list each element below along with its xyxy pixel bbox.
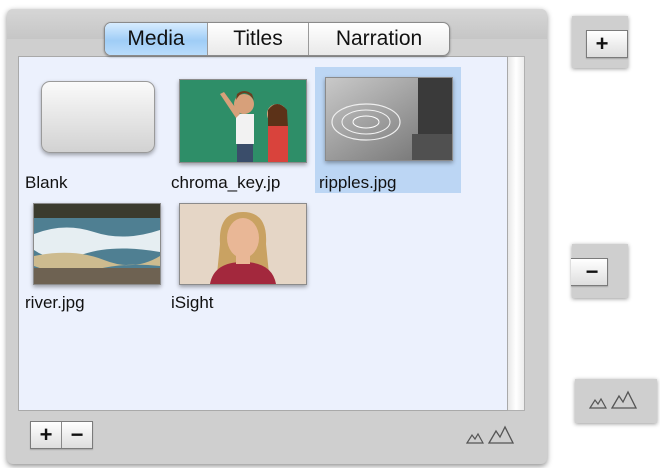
vertical-scrollbar[interactable] bbox=[508, 56, 525, 411]
callout-remove-button[interactable]: − bbox=[577, 259, 607, 285]
small-mountain-icon[interactable] bbox=[589, 396, 607, 410]
media-item-label: chroma_key.jp bbox=[171, 173, 281, 192]
large-mountain-icon[interactable] bbox=[611, 390, 637, 410]
callout-remove: − bbox=[571, 244, 628, 298]
tab-bar: Media Titles Narration bbox=[104, 22, 450, 56]
isight-thumbnail bbox=[179, 203, 307, 285]
ripples-thumbnail bbox=[325, 77, 453, 161]
callout-remove-button-group: − bbox=[571, 258, 608, 286]
media-item-chroma-key[interactable]: chroma_key.jp bbox=[169, 75, 311, 193]
river-thumbnail bbox=[33, 203, 161, 285]
callout-add-button[interactable]: + bbox=[587, 31, 617, 57]
large-mountain-icon[interactable] bbox=[488, 425, 514, 445]
media-item-blank[interactable]: Blank bbox=[23, 75, 163, 193]
remove-button[interactable]: − bbox=[61, 422, 92, 448]
media-item-label: Blank bbox=[25, 173, 68, 192]
tab-titles[interactable]: Titles bbox=[207, 23, 308, 55]
tab-narration[interactable]: Narration bbox=[308, 23, 449, 55]
zoom-controls bbox=[466, 425, 514, 445]
callout-divider bbox=[617, 31, 627, 57]
blank-thumbnail bbox=[41, 81, 155, 153]
add-remove-buttons: + − bbox=[30, 421, 93, 449]
media-item-river[interactable]: river.jpg bbox=[23, 197, 163, 315]
callout-zoom-controls bbox=[589, 390, 637, 410]
callout-add: + bbox=[572, 16, 628, 68]
media-item-label: iSight bbox=[171, 293, 214, 312]
media-grid: Blank chroma_key.jp ripples.jpg river.jp… bbox=[18, 56, 508, 411]
add-button[interactable]: + bbox=[31, 422, 61, 448]
small-mountain-icon[interactable] bbox=[466, 431, 484, 445]
media-item-isight[interactable]: iSight bbox=[169, 197, 311, 315]
media-item-ripples[interactable]: ripples.jpg bbox=[315, 67, 461, 193]
media-item-label: river.jpg bbox=[25, 293, 85, 312]
callout-add-button-group: + bbox=[586, 30, 628, 58]
media-item-label: ripples.jpg bbox=[319, 173, 397, 192]
chroma-key-thumbnail bbox=[179, 79, 307, 163]
callout-zoom bbox=[575, 379, 657, 423]
tab-media[interactable]: Media bbox=[105, 23, 207, 55]
